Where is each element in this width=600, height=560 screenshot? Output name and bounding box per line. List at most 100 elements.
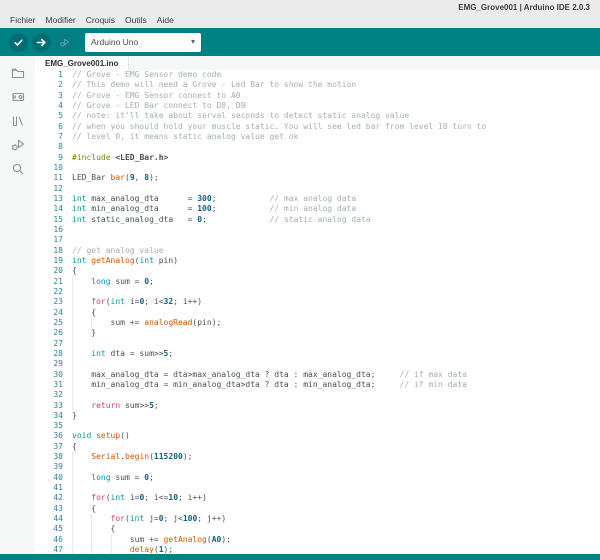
tab-bar: EMG_Grove001.ino [35, 56, 600, 70]
line-number: 27 [35, 339, 63, 349]
line-content: } [63, 328, 600, 338]
code-line: 6// when you should hold your muscle sta… [35, 122, 600, 132]
upload-button[interactable] [32, 33, 51, 52]
indent-guide [72, 473, 73, 483]
code-line: 43 { [35, 504, 600, 514]
code-line: 22 [35, 287, 600, 297]
arduino-ide-window: EMG_Grove001 | Arduino IDE 2.0.3 Fichier… [0, 0, 600, 560]
code-line: 15int static_analog_dta = 0; // static a… [35, 215, 600, 225]
line-number: 8 [35, 142, 63, 152]
indent-guide [72, 535, 73, 545]
line-content [63, 163, 600, 173]
code-line: 13int max_analog_dta = 300; // max analo… [35, 194, 600, 204]
code-line: 38 Serial.begin(115200); [35, 452, 600, 462]
line-number: 5 [35, 111, 63, 121]
line-content: long sum = 0; [63, 277, 600, 287]
line-content: // This demo will need a Grove - Led Bar… [63, 80, 600, 90]
line-number: 30 [35, 370, 63, 380]
line-number: 42 [35, 493, 63, 503]
indent-guide [72, 493, 73, 503]
code-line: 5// note: it'll take about serval second… [35, 111, 600, 121]
tab-emg-grove001[interactable]: EMG_Grove001.ino [35, 56, 129, 70]
line-number: 41 [35, 483, 63, 493]
line-content: int static_analog_dta = 0; // static ana… [63, 215, 600, 225]
debugger-icon [10, 137, 26, 153]
menu-item-aide[interactable]: Aide [157, 15, 174, 25]
menu-item-fichier[interactable]: Fichier [10, 15, 36, 25]
code-line: 21 long sum = 0; [35, 277, 600, 287]
code-line: 44 for(int j=0; j<100; j++) [35, 514, 600, 524]
code-line: 41 [35, 483, 600, 493]
indent-guide [111, 535, 112, 545]
sidebar-item-debug[interactable] [9, 136, 26, 153]
code-line: 2// This demo will need a Grove - Led Ba… [35, 80, 600, 90]
line-number: 31 [35, 380, 63, 390]
sketchbook-folder-icon [10, 65, 26, 81]
indent-guide [72, 339, 73, 349]
line-content [63, 390, 600, 400]
sidebar-item-search[interactable] [9, 160, 26, 177]
sidebar-item-sketchbook[interactable] [9, 64, 26, 81]
indent-guide [72, 287, 73, 297]
menu-item-outils[interactable]: Outils [125, 15, 147, 25]
code-editor[interactable]: 1// Grove - EMG Sensor demo code2// This… [35, 70, 600, 560]
line-content: int max_analog_dta = 300; // max analog … [63, 194, 600, 204]
line-number: 44 [35, 514, 63, 524]
line-content [63, 483, 600, 493]
indent-guide [72, 504, 73, 514]
line-content [63, 421, 600, 431]
code-line: 31 min_analog_dta = min_analog_dta>dta ?… [35, 380, 600, 390]
line-number: 35 [35, 421, 63, 431]
code-line: 27 [35, 339, 600, 349]
line-content: int getAnalog(int pin) [63, 256, 600, 266]
line-number: 1 [35, 70, 63, 80]
line-content: for(int i=0; i<=10; i++) [63, 493, 600, 503]
start-debugging-button[interactable] [55, 33, 74, 52]
line-content: int min_analog_dta = 100; // min analog … [63, 204, 600, 214]
line-content: min_analog_dta = min_analog_dta>dta ? dt… [63, 380, 600, 390]
code-line: 3// Grove - EMG Sensor connect to A0 [35, 91, 600, 101]
board-selector[interactable]: Arduino Uno ▾ [85, 33, 201, 52]
code-line: 35 [35, 421, 600, 431]
line-number: 22 [35, 287, 63, 297]
line-number: 2 [35, 80, 63, 90]
verify-button[interactable] [9, 33, 28, 52]
line-content: { [63, 266, 600, 276]
code-line: 40 long sum = 0; [35, 473, 600, 483]
line-content: // Grove - EMG Sensor connect to A0 [63, 91, 600, 101]
chevron-down-icon: ▾ [191, 38, 195, 46]
arrow-right-icon [36, 37, 47, 48]
line-number: 24 [35, 308, 63, 318]
indent-guide [72, 524, 73, 534]
line-number: 9 [35, 153, 63, 163]
line-content [63, 235, 600, 245]
menu-item-croquis[interactable]: Croquis [86, 15, 115, 25]
code-line: 30 max_analog_dta = dta>max_analog_dta ?… [35, 370, 600, 380]
line-content: // when you should hold your muscle stat… [63, 122, 600, 132]
code-line: 34} [35, 411, 600, 421]
indent-guide [72, 370, 73, 380]
line-number: 39 [35, 462, 63, 472]
indent-guide [72, 462, 73, 472]
line-content: sum += analogRead(pin); [63, 318, 600, 328]
line-number: 43 [35, 504, 63, 514]
indent-guide [72, 401, 73, 411]
menu-item-modifier[interactable]: Modifier [46, 15, 76, 25]
code-line: 36void setup() [35, 431, 600, 441]
sidebar-item-boards-manager[interactable] [9, 88, 26, 105]
line-content [63, 142, 600, 152]
line-number: 17 [35, 235, 63, 245]
line-content [63, 462, 600, 472]
line-number: 15 [35, 215, 63, 225]
indent-guide [72, 359, 73, 369]
line-content: // get analog value [63, 246, 600, 256]
check-icon [13, 37, 24, 48]
line-number: 10 [35, 163, 63, 173]
code-line: 28 int dta = sum>>5; [35, 349, 600, 359]
line-number: 28 [35, 349, 63, 359]
line-content: } [63, 411, 600, 421]
line-number: 14 [35, 204, 63, 214]
toolbar: Arduino Uno ▾ [0, 28, 600, 56]
sidebar-item-library-manager[interactable] [9, 112, 26, 129]
code-line: 42 for(int i=0; i<=10; i++) [35, 493, 600, 503]
